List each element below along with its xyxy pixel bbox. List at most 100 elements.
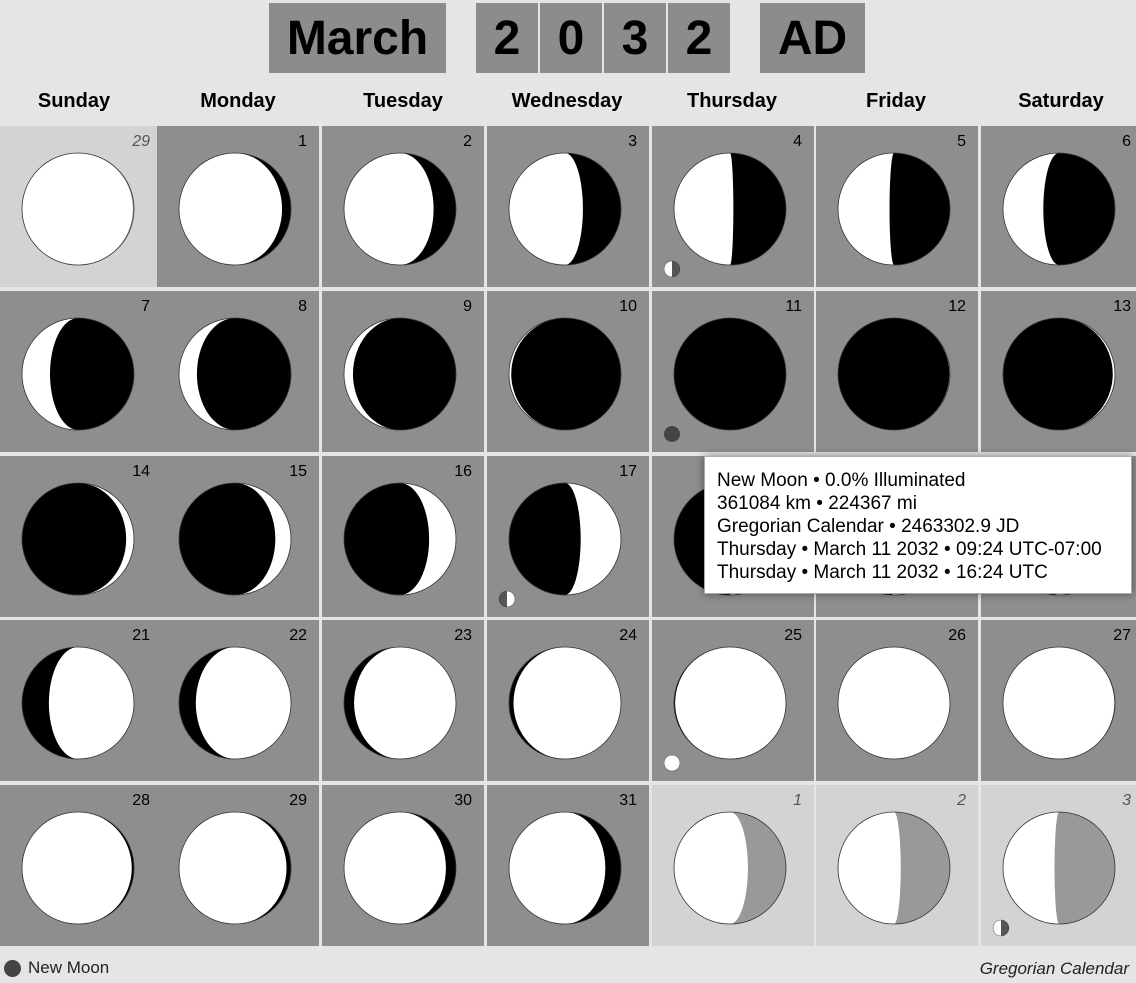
moon-phase-icon <box>508 317 622 431</box>
year-digit-label: 3 <box>621 11 649 65</box>
year-digit-3[interactable]: 3 <box>604 3 666 73</box>
day-cell[interactable]: 29 <box>0 126 162 287</box>
day-number: 4 <box>793 133 802 150</box>
day-cell[interactable]: 5 <box>816 126 978 287</box>
moon-phase-icon <box>178 152 292 266</box>
day-number: 3 <box>628 133 637 150</box>
tooltip-distance-line: 361084 km • 224367 mi <box>717 493 917 514</box>
legend-label: New Moon <box>28 958 110 977</box>
day-cell[interactable]: 30 <box>322 785 484 946</box>
day-cell[interactable]: 3 <box>981 785 1136 946</box>
day-number: 5 <box>957 133 966 150</box>
moon-phase-icon <box>178 646 292 760</box>
moon-phase-icon <box>837 811 951 925</box>
moon-phase-icon <box>508 482 622 596</box>
weekday-wednesday: Wednesday <box>511 90 623 112</box>
moon-phase-icon <box>343 482 457 596</box>
tooltip-utc-time-line: Thursday • March 11 2032 • 16:24 UTC <box>717 562 1048 583</box>
day-number: 14 <box>132 463 150 480</box>
weekday-sunday: Sunday <box>37 90 111 112</box>
day-cell[interactable]: 28 <box>0 785 162 946</box>
moon-info-tooltip: New Moon • 0.0% Illuminated 361084 km • … <box>704 456 1132 594</box>
moon-phase-icon <box>1002 811 1116 925</box>
moon-phase-icon <box>837 317 951 431</box>
day-cell[interactable]: 4 <box>652 126 814 287</box>
weekday-saturday: Saturday <box>1018 90 1104 112</box>
day-number: 2 <box>957 792 966 809</box>
day-number: 23 <box>454 627 472 644</box>
day-number: 12 <box>948 298 966 315</box>
day-cell[interactable]: 1 <box>652 785 814 946</box>
moon-phase-icon <box>343 317 457 431</box>
day-cell[interactable]: 8 <box>157 291 319 452</box>
day-cell[interactable]: 17 <box>487 456 649 617</box>
day-number: 22 <box>289 627 307 644</box>
moon-phase-icon <box>673 811 787 925</box>
day-cell[interactable]: 16 <box>322 456 484 617</box>
day-number: 1 <box>793 792 802 809</box>
day-cell[interactable]: 25 <box>652 620 814 781</box>
year-digit-2[interactable]: 0 <box>540 3 602 73</box>
moon-phase-icon <box>673 152 787 266</box>
day-cell[interactable]: 24 <box>487 620 649 781</box>
day-cell[interactable]: 22 <box>157 620 319 781</box>
day-cell[interactable]: 14 <box>0 456 162 617</box>
moon-phase-icon <box>21 811 135 925</box>
era-selector[interactable]: AD <box>760 3 865 73</box>
moon-phase-icon <box>1002 152 1116 266</box>
day-number: 27 <box>1113 627 1131 644</box>
year-digit-label: 2 <box>685 11 713 65</box>
month-selector[interactable]: March <box>269 3 446 73</box>
day-cell[interactable]: 1 <box>157 126 319 287</box>
weekday-tuesday: Tuesday <box>363 90 443 112</box>
day-number: 1 <box>298 133 307 150</box>
calendar-system-label: Gregorian Calendar <box>979 959 1129 978</box>
month-label: March <box>286 11 429 65</box>
day-cell[interactable]: 15 <box>157 456 319 617</box>
year-digit-1[interactable]: 2 <box>476 3 538 73</box>
day-cell[interactable]: 3 <box>487 126 649 287</box>
day-number: 28 <box>132 792 150 809</box>
day-cell[interactable]: 10 <box>487 291 649 452</box>
day-number: 8 <box>298 298 307 315</box>
moon-phase-icon <box>837 646 951 760</box>
day-cell[interactable]: 23 <box>322 620 484 781</box>
day-cell[interactable]: 12 <box>816 291 978 452</box>
day-cell[interactable]: 9 <box>322 291 484 452</box>
day-number: 7 <box>141 298 150 315</box>
day-number: 30 <box>454 792 472 809</box>
day-cell[interactable]: 31 <box>487 785 649 946</box>
day-number: 26 <box>948 627 966 644</box>
first-quarter-icon <box>498 590 516 608</box>
day-number: 15 <box>289 463 307 480</box>
year-digit-label: 2 <box>493 11 521 65</box>
moon-phase-icon <box>1002 646 1116 760</box>
day-cell[interactable]: 7 <box>0 291 162 452</box>
day-cell[interactable]: 26 <box>816 620 978 781</box>
day-cell[interactable]: 21 <box>0 620 162 781</box>
day-number: 31 <box>619 792 637 809</box>
moon-phase-icon <box>508 646 622 760</box>
day-cell[interactable]: 13 <box>981 291 1136 452</box>
day-number: 24 <box>619 627 637 644</box>
day-cell[interactable]: 27 <box>981 620 1136 781</box>
day-cell[interactable]: 2 <box>816 785 978 946</box>
day-cell[interactable]: 11 <box>652 291 814 452</box>
day-number: 16 <box>454 463 472 480</box>
moon-phase-icon <box>837 152 951 266</box>
year-digit-4[interactable]: 2 <box>668 3 730 73</box>
day-cell[interactable]: 29 <box>157 785 319 946</box>
day-number: 29 <box>132 133 150 150</box>
day-cell[interactable]: 6 <box>981 126 1136 287</box>
day-cell[interactable]: 2 <box>322 126 484 287</box>
weekday-thursday: Thursday <box>686 90 778 112</box>
day-number: 17 <box>619 463 637 480</box>
moon-phase-icon <box>343 152 457 266</box>
last-quarter-icon <box>992 919 1010 937</box>
moon-phase-icon <box>21 152 135 266</box>
full-moon-icon <box>663 754 681 772</box>
moon-phase-icon <box>343 646 457 760</box>
day-number: 2 <box>463 133 472 150</box>
moon-phase-icon <box>21 317 135 431</box>
moon-phase-icon <box>21 646 135 760</box>
